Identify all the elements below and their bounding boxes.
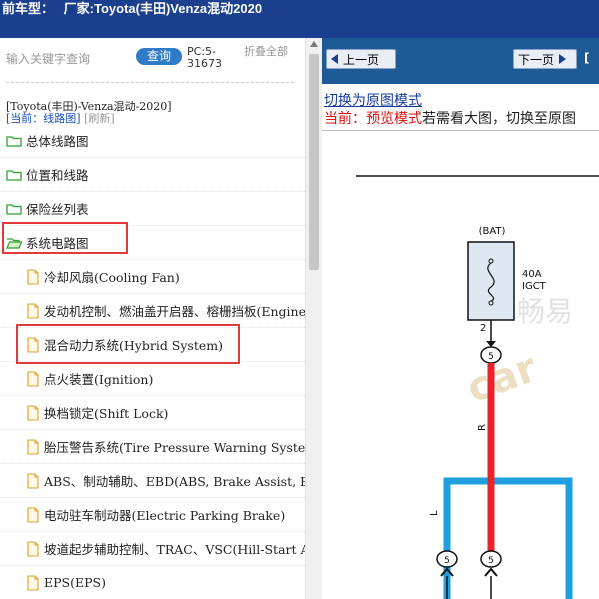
arrow-up-icon xyxy=(484,567,498,577)
blue-wire xyxy=(443,477,573,599)
query-button[interactable]: 查询 xyxy=(136,48,182,65)
mode-current: 当前：预览模式 xyxy=(324,111,422,127)
scroll-up-arrow-icon[interactable] xyxy=(310,41,318,47)
scroll-thumb[interactable] xyxy=(309,54,319,270)
document-icon xyxy=(26,404,40,421)
connector-label: 5 xyxy=(488,352,494,362)
collapse-all-button[interactable]: 折叠全部 xyxy=(244,46,290,58)
connector-label: 5 xyxy=(488,556,494,566)
tree-file[interactable]: 冷却风扇(Cooling Fan) xyxy=(0,260,305,294)
tree-folder[interactable]: 位置和线路 xyxy=(0,158,305,192)
mode-hint: 若需看大图，切换至原图 xyxy=(422,111,576,127)
connector-label: 5 xyxy=(444,556,450,566)
fuse-rating: 40A xyxy=(522,269,542,280)
pc-code: PC:5-31673 xyxy=(187,45,222,70)
next-page-button[interactable]: 下一页 xyxy=(513,49,577,69)
topbar-prefix: 前车型： xyxy=(2,1,55,16)
folder-icon xyxy=(6,169,22,181)
tree-file-label: 混合动力系统(Hybrid System) xyxy=(44,338,223,353)
tree-scrollbar[interactable] xyxy=(305,38,322,599)
search-row: 查询 PC:5-31673 折叠全部 xyxy=(0,38,305,82)
document-icon xyxy=(26,302,40,319)
search-input[interactable] xyxy=(6,50,126,68)
pin-number: 2 xyxy=(480,323,486,334)
tree-folder[interactable]: 总体线路图 xyxy=(0,124,305,158)
topbar-title: Toyota(丰田)Venza混动2020 xyxy=(93,1,263,16)
tree-file[interactable]: ABS、制动辅助、EBD(ABS, Brake Assist, EBD xyxy=(0,464,305,498)
tree-panel: 查询 PC:5-31673 折叠全部 [Toyota(丰田)-Venza混动-2… xyxy=(0,38,322,599)
tree-file-label: ABS、制动辅助、EBD(ABS, Brake Assist, EBD xyxy=(44,474,305,489)
tree-file-label: 胎压警告系统(Tire Pressure Warning System) xyxy=(44,440,305,455)
tree-list: 总体线路图 位置和线路 保险丝列表 系统电路图 冷却风扇(Cooling Fan… xyxy=(0,124,305,599)
tree-file-selected[interactable]: 混合动力系统(Hybrid System) xyxy=(0,328,305,362)
folder-icon xyxy=(6,203,22,215)
switch-original-mode-link[interactable]: 切换为原图模式 xyxy=(324,90,422,110)
folder-open-icon xyxy=(6,237,22,249)
tree-file-label: 冷却风扇(Cooling Fan) xyxy=(44,270,180,285)
document-icon xyxy=(26,472,40,489)
tree-file[interactable]: 发动机控制、燃油盖开启器、榕栅挡板(Engine xyxy=(0,294,305,328)
tree-file-label: 点火装置(Ignition) xyxy=(44,372,154,387)
document-icon xyxy=(26,370,40,387)
arrow-down-icon xyxy=(486,341,496,347)
tree-file[interactable]: 坡道起步辅助控制、TRAC、VSC(Hill-Start As xyxy=(0,532,305,566)
tree-file[interactable]: 胎压警告系统(Tire Pressure Warning System) xyxy=(0,430,305,464)
tree-file[interactable]: 电动驻车制动器(Electric Parking Brake) xyxy=(0,498,305,532)
document-icon xyxy=(26,438,40,455)
topbar-maker-label: 厂家: xyxy=(63,1,94,16)
next-page-label: 下一页 xyxy=(518,52,555,67)
mode-info: 当前：预览模式若需看大图，切换至原图 xyxy=(324,108,576,128)
wiring-diagram[interactable]: 畅易 car (BAT) 40A IGCT 2 5 R L 5 5 xyxy=(322,130,599,599)
prev-page-label: 上一页 xyxy=(343,52,380,67)
arrow-right-icon xyxy=(559,54,567,64)
tree-file-label: 坡道起步辅助控制、TRAC、VSC(Hill-Start As xyxy=(44,542,305,557)
wire-color-label: R xyxy=(477,424,488,431)
divider xyxy=(6,82,294,83)
fuse-name: IGCT xyxy=(522,281,547,292)
document-icon xyxy=(26,506,40,523)
component-label: (BAT) xyxy=(479,226,506,237)
tree-file[interactable]: 点火装置(Ignition) xyxy=(0,362,305,396)
fuse-box xyxy=(467,241,515,321)
tree-folder-label: 位置和线路 xyxy=(26,168,89,183)
viewer-nav-bar: 上一页 下一页 [ xyxy=(322,38,599,84)
document-icon xyxy=(26,540,40,557)
tree-file-label: 发动机控制、燃油盖开启器、榕栅挡板(Engine xyxy=(44,304,305,319)
tree-folder[interactable]: 保险丝列表 xyxy=(0,192,305,226)
wire-color-label: L xyxy=(429,510,440,516)
viewer-panel: 上一页 下一页 [ 切换为原图模式 当前：预览模式若需看大图，切换至原图 畅易 … xyxy=(322,38,599,599)
tree-file-label: EPS(EPS) xyxy=(44,575,106,590)
tree-folder-label: 总体线路图 xyxy=(26,134,89,149)
tree-file-label: 换档锁定(Shift Lock) xyxy=(44,406,169,421)
tree-file[interactable]: 换档锁定(Shift Lock) xyxy=(0,396,305,430)
watermark-text: 畅易 xyxy=(517,295,573,328)
document-icon xyxy=(26,268,40,285)
watermark-logo: car xyxy=(461,345,543,412)
tree-file[interactable]: EPS(EPS) xyxy=(0,566,305,599)
wiring-diagram-svg: 畅易 car (BAT) 40A IGCT 2 5 R L 5 5 xyxy=(356,175,599,599)
tree-file-label: 电动驻车制动器(Electric Parking Brake) xyxy=(44,508,286,523)
prev-page-button[interactable]: 上一页 xyxy=(326,49,396,69)
tree-folder-label: 保险丝列表 xyxy=(26,202,89,217)
top-title-bar: 前车型： 厂家:Toyota(丰田)Venza混动2020 xyxy=(0,0,599,38)
tree-folder-label: 系统电路图 xyxy=(26,236,89,251)
document-icon xyxy=(26,336,40,353)
arrow-left-icon xyxy=(331,54,338,64)
document-icon xyxy=(26,574,40,591)
nav-extra: [ xyxy=(584,51,590,65)
tree-folder-open[interactable]: 系统电路图 xyxy=(0,226,305,260)
folder-icon xyxy=(6,135,22,147)
